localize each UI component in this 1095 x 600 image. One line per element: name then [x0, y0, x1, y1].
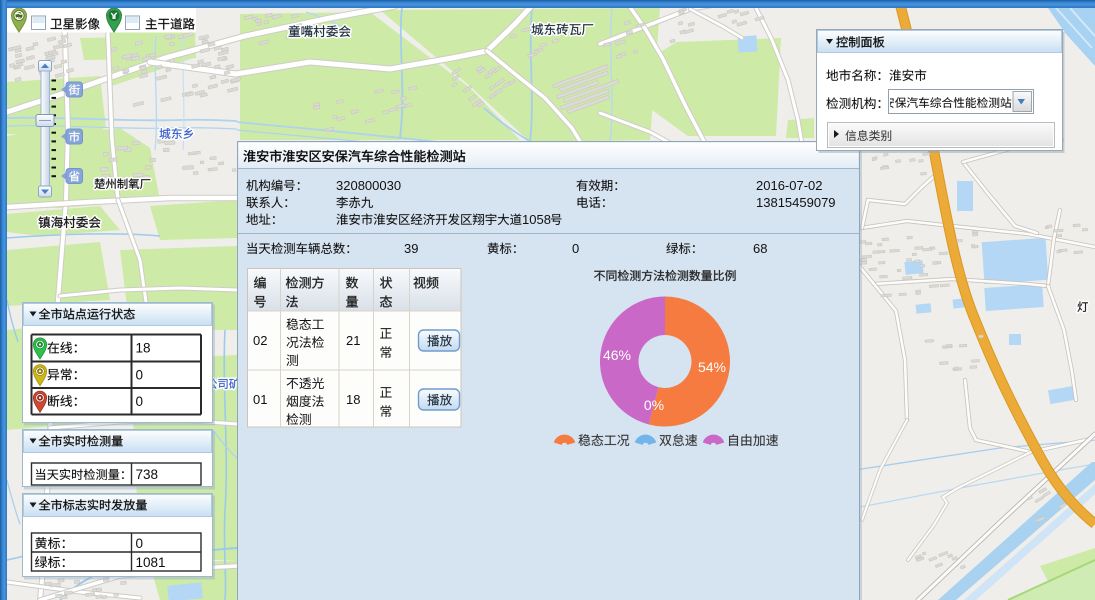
svg-text:1081: 1081 — [136, 555, 166, 570]
svg-text:0%: 0% — [644, 397, 664, 413]
svg-text:21: 21 — [346, 333, 360, 348]
svg-text:39: 39 — [404, 241, 418, 256]
svg-text:18: 18 — [136, 341, 151, 356]
svg-text:54%: 54% — [698, 359, 726, 375]
svg-text:2016-07-02: 2016-07-02 — [756, 178, 823, 193]
svg-text:68: 68 — [753, 241, 767, 256]
svg-text:0: 0 — [136, 536, 144, 551]
svg-text:13815459079: 13815459079 — [756, 195, 836, 210]
svg-text:320800030: 320800030 — [336, 178, 401, 193]
svg-text:1058: 1058 — [522, 212, 551, 227]
svg-text:46%: 46% — [603, 347, 631, 363]
svg-text:02: 02 — [253, 333, 267, 348]
svg-text:0: 0 — [136, 394, 144, 409]
svg-text:0: 0 — [572, 241, 579, 256]
svg-text:01: 01 — [253, 392, 267, 407]
svg-text:18: 18 — [346, 392, 360, 407]
svg-text:0: 0 — [136, 367, 144, 382]
svg-text:738: 738 — [136, 467, 159, 482]
